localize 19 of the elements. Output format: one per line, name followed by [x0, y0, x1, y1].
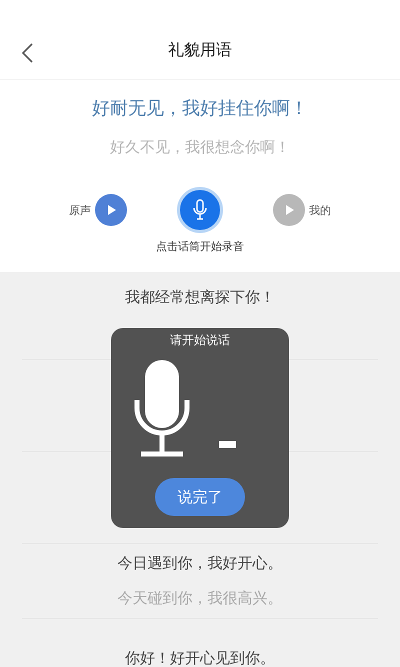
phrase-text: 好耐无见，我好挂住你啊！ [92, 97, 308, 120]
play-button[interactable] [95, 194, 127, 226]
phrase-text[interactable]: 我都经常想离探下你！ [125, 288, 275, 307]
player-label: 原声 [69, 202, 91, 218]
translation-text: 好久不见，我很想念你啊！ [110, 138, 290, 157]
page-title: 礼貌用语 [168, 40, 232, 61]
phrase-text[interactable]: 你好！好开心见到你。 [125, 648, 275, 667]
volume-bar [219, 441, 236, 448]
microphone-icon [192, 199, 208, 221]
back-icon[interactable] [20, 42, 34, 64]
phrase-text[interactable]: 今日遇到你，我好开心。 [118, 554, 282, 573]
record-hint: 点击话筒开始录音 [156, 239, 244, 254]
play-icon [283, 204, 295, 216]
play-icon [105, 204, 117, 216]
player-label: 我的 [309, 202, 331, 218]
dialog-title: 请开始说话 [170, 332, 230, 349]
record-button[interactable] [177, 187, 223, 233]
done-button[interactable]: 说完了 [155, 478, 245, 516]
microphone-icon [133, 358, 191, 458]
